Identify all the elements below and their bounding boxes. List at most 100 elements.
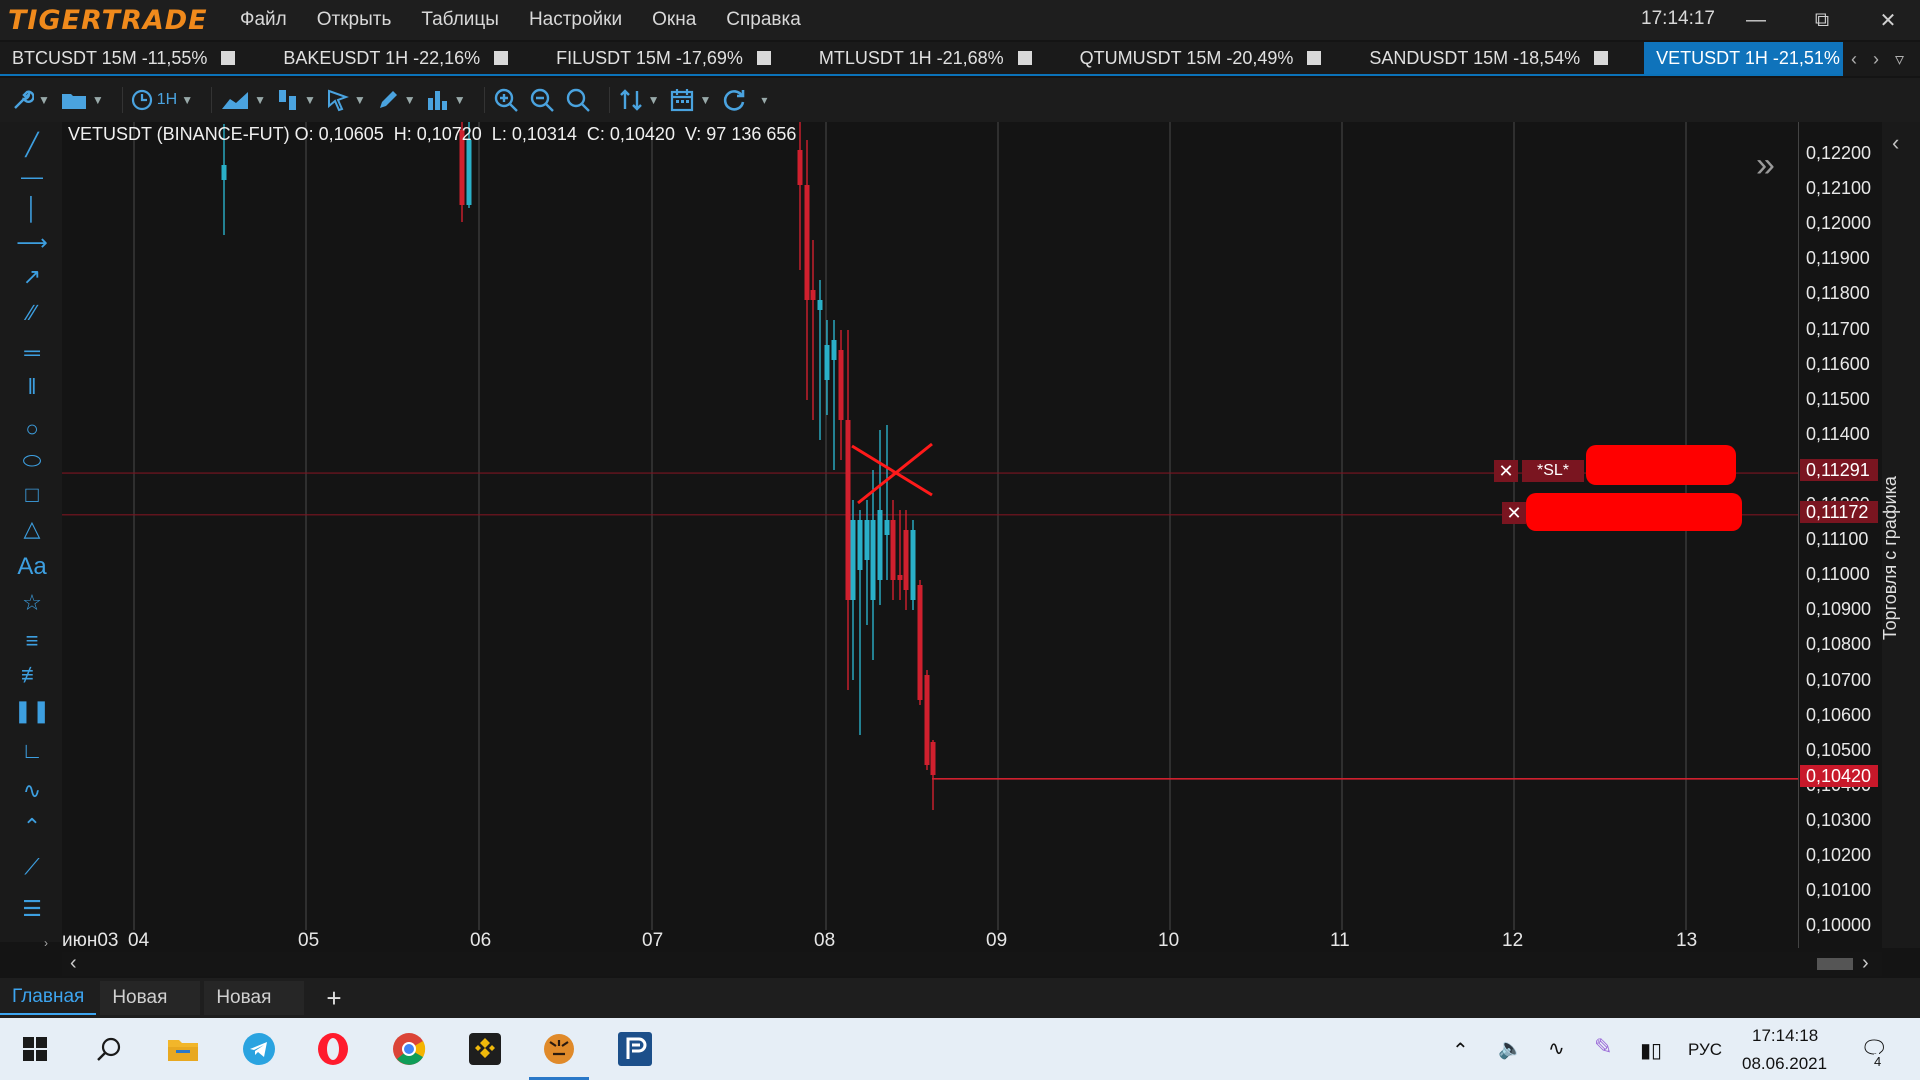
chart-toolbar: ▼ ▼ 1H ▼ ▼ ▼ ▼ ▼ ▼ ▼ ▼ ▾ xyxy=(0,78,1920,122)
volume-bars-icon[interactable]: ▼ xyxy=(426,88,466,112)
tab-new-1[interactable]: Новая xyxy=(100,981,201,1015)
scroll-right-icon[interactable]: › xyxy=(1862,952,1869,975)
windows-start-icon[interactable] xyxy=(16,1030,54,1068)
axis-expand-icon[interactable]: › xyxy=(44,936,48,950)
stop-icon[interactable] xyxy=(756,51,771,65)
price-tick: 0,11000 xyxy=(1806,564,1870,585)
candle-body xyxy=(870,520,876,600)
collapse-panel-icon[interactable]: » xyxy=(1756,146,1775,185)
indicators-icon[interactable]: ▼ xyxy=(276,88,316,112)
battery-icon[interactable]: ▮▯ xyxy=(1640,1038,1662,1063)
menu-settings[interactable]: Настройки xyxy=(529,9,622,31)
gann-icon[interactable]: ∟ xyxy=(17,736,47,766)
double-vline-icon[interactable]: ‖ xyxy=(17,372,47,402)
minimize-icon[interactable]: — xyxy=(1724,0,1788,40)
tray-chevron-up-icon[interactable]: ⌃ xyxy=(1452,1038,1469,1063)
taskbar-date[interactable]: 08.06.2021 xyxy=(1742,1054,1827,1074)
double-hline-icon[interactable]: ═ xyxy=(17,338,47,368)
chevron-right-icon[interactable]: › xyxy=(1873,49,1879,70)
arrow-diagonal-icon[interactable]: ↗ xyxy=(17,262,47,292)
circle-icon[interactable]: ○ xyxy=(17,414,47,444)
scroll-left-icon[interactable]: ‹ xyxy=(70,952,77,975)
taskbar-time[interactable]: 17:14:18 xyxy=(1752,1026,1818,1046)
telegram-icon[interactable] xyxy=(240,1030,278,1068)
refresh-icon[interactable] xyxy=(721,87,747,113)
network-icon[interactable]: ∿ xyxy=(1548,1036,1565,1061)
chevron-left-icon[interactable]: ‹ xyxy=(1892,130,1899,156)
tab-new-2[interactable]: Новая xyxy=(204,981,305,1015)
language-indicator[interactable]: РУС xyxy=(1688,1040,1722,1060)
chart-trading-label[interactable]: Торговля с графика xyxy=(1880,476,1901,640)
opera-icon[interactable] xyxy=(314,1030,352,1068)
stop-icon[interactable] xyxy=(1307,51,1322,65)
sort-arrows-icon[interactable]: ▼ xyxy=(618,87,659,113)
stop-icon[interactable] xyxy=(1017,51,1032,65)
pencil-icon[interactable]: ▼ xyxy=(376,88,416,112)
candle-body xyxy=(850,520,856,600)
more-caret-icon[interactable]: ▾ xyxy=(757,93,767,107)
close-icon[interactable]: ✕ xyxy=(1856,0,1920,40)
chevron-left-icon[interactable]: ‹ xyxy=(1851,49,1857,70)
trendline-icon[interactable]: ╱ xyxy=(17,130,47,160)
fib-lines-icon[interactable]: ≡ xyxy=(17,626,47,656)
chevron-down-icon[interactable]: ▿ xyxy=(1895,49,1904,70)
calendar-icon[interactable]: ▼ xyxy=(669,87,711,113)
menu-file[interactable]: Файл xyxy=(240,9,287,31)
folder-icon[interactable]: ▼ xyxy=(60,89,104,111)
tigertrade-icon[interactable] xyxy=(540,1030,578,1068)
sl-close-button[interactable]: ✕ xyxy=(1494,460,1518,482)
volume-icon[interactable]: 🔈 xyxy=(1498,1036,1523,1061)
cursor-icon[interactable]: ▼ xyxy=(326,88,366,112)
polyline-icon[interactable]: ∿ xyxy=(17,776,47,806)
menu-windows[interactable]: Окна xyxy=(652,9,696,31)
tab-label: FILUSDT 15M -17,69% xyxy=(556,47,743,68)
fib-time-icon[interactable]: ❚❚ xyxy=(14,696,51,726)
pen-icon[interactable]: ✎ xyxy=(1594,1034,1612,1060)
tab-main[interactable]: Главная xyxy=(0,981,97,1015)
menu-help[interactable]: Справка xyxy=(726,9,801,31)
vertical-line-icon[interactable]: │ xyxy=(17,194,47,224)
angle-icon[interactable]: ⌃ xyxy=(17,812,47,842)
fib-fan-icon[interactable]: ≢ xyxy=(17,660,47,690)
arrow-right-icon[interactable]: ⟶ xyxy=(16,228,48,258)
add-tab-button[interactable]: + xyxy=(326,983,341,1014)
file-explorer-icon[interactable] xyxy=(164,1030,202,1068)
price-tick: 0,11500 xyxy=(1806,388,1870,409)
rectangle-icon[interactable]: □ xyxy=(17,480,47,510)
triangle-icon[interactable]: △ xyxy=(17,514,47,544)
timeframe-selector[interactable]: 1H ▼ xyxy=(131,89,193,111)
tab-mtlusdt[interactable]: MTLUSDT 1H -21,68% xyxy=(807,42,1044,74)
horizontal-scrollbar[interactable]: ‹ › xyxy=(62,952,1882,976)
star-icon[interactable]: ☆ xyxy=(17,588,47,618)
platform-app-icon[interactable] xyxy=(616,1030,654,1068)
text-lines-icon[interactable]: ☰ xyxy=(17,894,47,924)
menu-open[interactable]: Открыть xyxy=(317,9,392,31)
order-close-button[interactable]: ✕ xyxy=(1502,502,1526,524)
binance-icon[interactable] xyxy=(466,1030,504,1068)
menu-tables[interactable]: Таблицы xyxy=(421,9,499,31)
tab-sandusdt[interactable]: SANDUSDT 15M -18,54% xyxy=(1357,42,1620,74)
price-tick: 0,12100 xyxy=(1806,178,1872,199)
restore-icon[interactable]: ⧉ xyxy=(1790,0,1854,40)
zoom-reset-icon[interactable] xyxy=(565,87,591,113)
text-icon[interactable]: Aa xyxy=(17,552,47,582)
chart-type-icon[interactable]: ▼ xyxy=(220,89,266,111)
tab-btcusdt[interactable]: BTCUSDT 15M -11,55% xyxy=(0,42,247,74)
tab-filusdt[interactable]: FILUSDT 15M -17,69% xyxy=(544,42,783,74)
channel-icon[interactable]: ⟋ xyxy=(17,852,47,882)
clock: 17:14:17 xyxy=(1641,8,1715,29)
scroll-thumb[interactable] xyxy=(1817,958,1853,970)
ellipse-icon[interactable]: ⬭ xyxy=(17,446,47,476)
search-icon[interactable] xyxy=(90,1030,128,1068)
zoom-out-icon[interactable] xyxy=(529,87,555,113)
stop-icon[interactable] xyxy=(1594,51,1609,65)
stop-icon[interactable] xyxy=(494,51,509,65)
tab-bakeusdt[interactable]: BAKEUSDT 1H -22,16% xyxy=(271,42,520,74)
tab-qtumusdt[interactable]: QTUMUSDT 15M -20,49% xyxy=(1068,42,1334,74)
horizontal-line-icon[interactable]: — xyxy=(17,162,47,192)
chrome-icon[interactable] xyxy=(390,1030,428,1068)
wrench-icon[interactable]: ▼ xyxy=(12,89,50,111)
parallel-lines-icon[interactable]: ∕∕ xyxy=(17,298,47,328)
zoom-in-icon[interactable] xyxy=(493,87,519,113)
stop-icon[interactable] xyxy=(221,51,236,65)
